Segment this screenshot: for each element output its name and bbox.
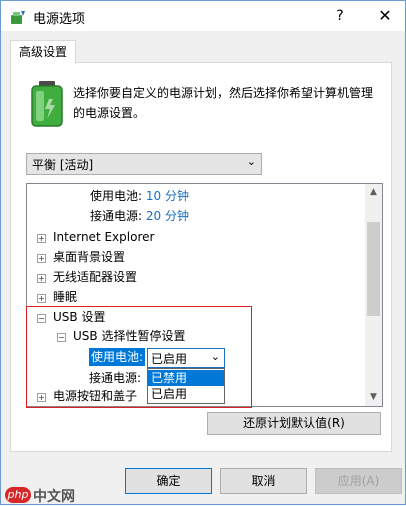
tree-item-desktop-background[interactable]: 桌面背景设置 <box>53 248 125 266</box>
dropdown-option-enabled[interactable]: 已启用 <box>148 386 224 402</box>
tree-item-internet-explorer[interactable]: Internet Explorer <box>53 228 154 246</box>
description-text: 选择你要自定义的电源计划，然后选择你希望计算机管理的电源设置。 <box>73 86 374 120</box>
chevron-down-icon: ⌄ <box>246 155 256 168</box>
title-bar: 电源选项 ? ✕ <box>1 1 405 31</box>
expand-plus-icon[interactable]: + <box>37 234 46 243</box>
apply-button[interactable]: 应用(A) <box>315 468 402 494</box>
battery-value[interactable]: 10 分钟 <box>146 189 189 203</box>
usb-battery-value: 已启用 <box>151 352 188 366</box>
power-options-window: 电源选项 ? ✕ 高级设置 选择你要自定义的电源计划，然后选择你希望计算机管理的… <box>0 0 406 505</box>
power-plan-select[interactable]: 平衡 [活动] ⌄ <box>26 153 262 175</box>
collapse-minus-icon[interactable]: − <box>57 333 66 342</box>
usb-battery-dropdown[interactable]: 已禁用 已启用 <box>147 368 225 404</box>
plugged-label: 接通电源: <box>90 209 143 223</box>
expand-plus-icon[interactable]: + <box>37 254 46 263</box>
tree-item-usb-settings[interactable]: USB 设置 <box>53 308 105 326</box>
tree-row-battery[interactable]: 使用电池: 10 分钟 <box>90 187 189 205</box>
expand-plus-icon[interactable]: + <box>37 274 46 283</box>
tree-item-power-buttons[interactable]: 电源按钮和盖子 <box>53 387 137 405</box>
tree-item-usb-selective-suspend[interactable]: USB 选择性暂停设置 <box>73 327 185 345</box>
tree-item-sleep[interactable]: 睡眠 <box>53 288 77 306</box>
watermark-text: 中文网 <box>33 489 75 505</box>
settings-tree[interactable]: 使用电池: 10 分钟 接通电源: 20 分钟 + Internet Explo… <box>26 183 383 407</box>
watermark-logo: php 中文网 <box>5 485 95 505</box>
tab-advanced-settings[interactable]: 高级设置 <box>10 40 76 64</box>
window-title: 电源选项 <box>33 12 86 27</box>
restore-defaults-button[interactable]: 还原计划默认值(R) <box>207 412 381 435</box>
power-options-icon <box>11 11 25 24</box>
plugged-value[interactable]: 20 分钟 <box>146 209 189 223</box>
dropdown-option-disabled[interactable]: 已禁用 <box>148 370 224 386</box>
scroll-up-icon[interactable]: ▲ <box>365 184 382 201</box>
usb-battery-label: 使用电池: <box>89 348 146 366</box>
battery-label: 使用电池: <box>90 189 143 203</box>
cancel-button[interactable]: 取消 <box>220 468 307 494</box>
ok-button[interactable]: 确定 <box>125 468 212 494</box>
expand-plus-icon[interactable]: + <box>37 393 46 402</box>
watermark-badge: php <box>5 487 31 503</box>
chevron-down-icon: ⌄ <box>210 350 220 363</box>
tree-scrollbar[interactable]: ▲ ▼ <box>365 184 382 406</box>
battery-icon <box>31 81 63 127</box>
help-button[interactable]: ? <box>330 6 350 26</box>
tree-item-wireless-adapter[interactable]: 无线适配器设置 <box>53 268 137 286</box>
power-plan-value: 平衡 [活动] <box>32 158 94 172</box>
usb-plugged-label: 接通电源: <box>89 371 142 385</box>
collapse-minus-icon[interactable]: − <box>37 314 46 323</box>
usb-battery-select[interactable]: 已启用 ⌄ <box>147 348 225 368</box>
scrollbar-thumb[interactable] <box>367 222 380 316</box>
close-button[interactable]: ✕ <box>374 5 396 27</box>
scroll-down-icon[interactable]: ▼ <box>365 389 382 406</box>
expand-plus-icon[interactable]: + <box>37 294 46 303</box>
tree-row-plugged[interactable]: 接通电源: 20 分钟 <box>90 207 189 225</box>
